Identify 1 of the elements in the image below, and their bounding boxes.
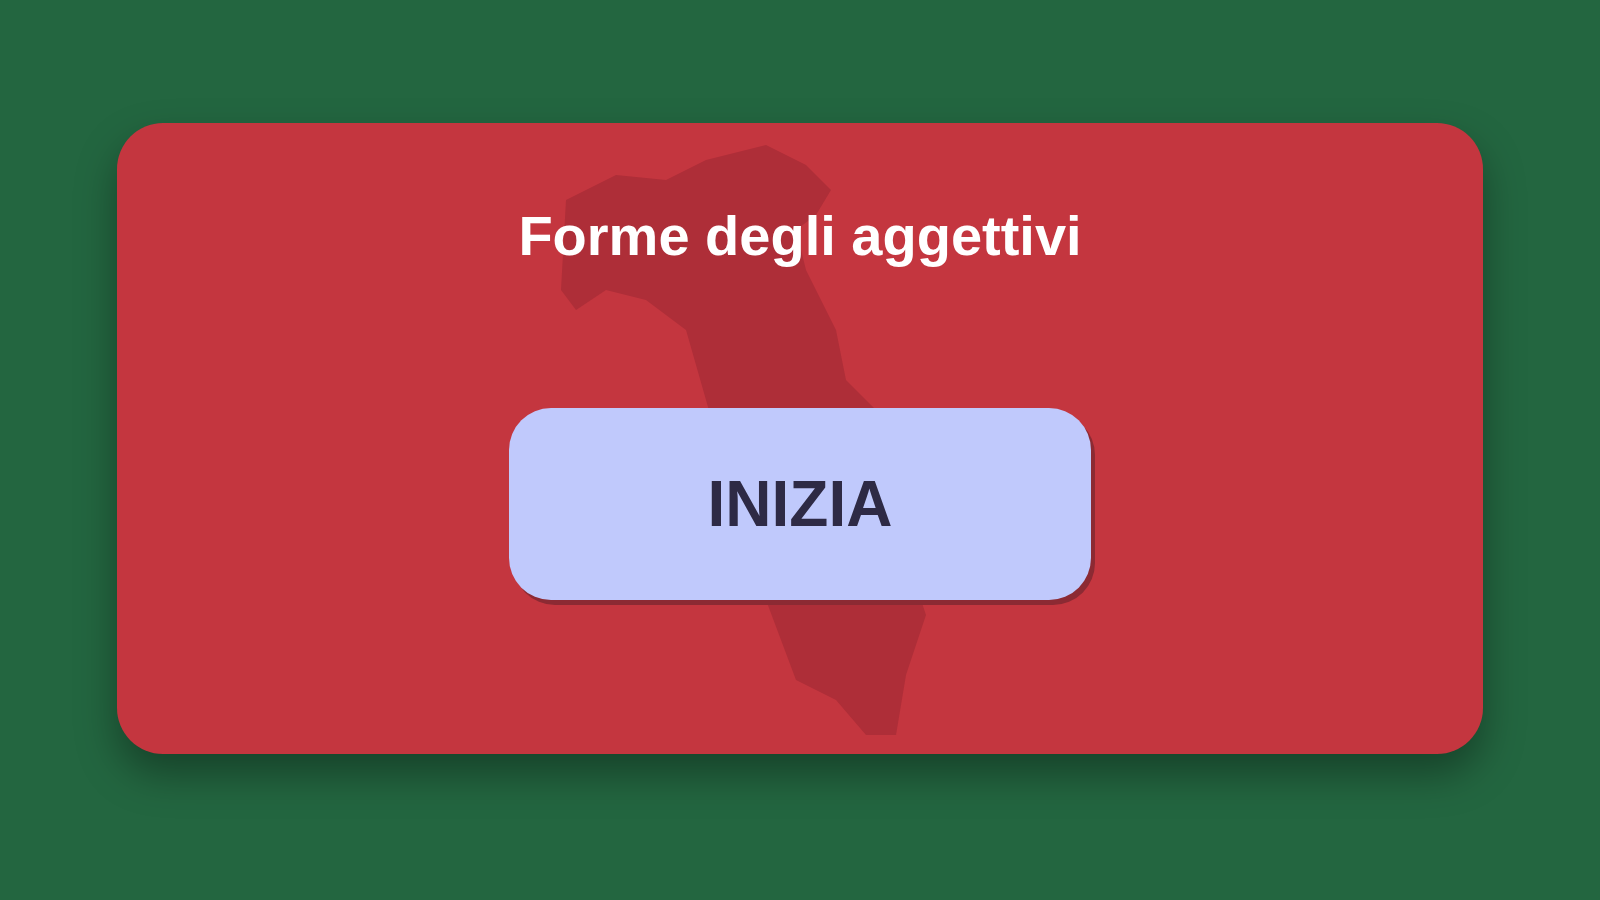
quiz-title: Forme degli aggettivi (518, 202, 1082, 268)
